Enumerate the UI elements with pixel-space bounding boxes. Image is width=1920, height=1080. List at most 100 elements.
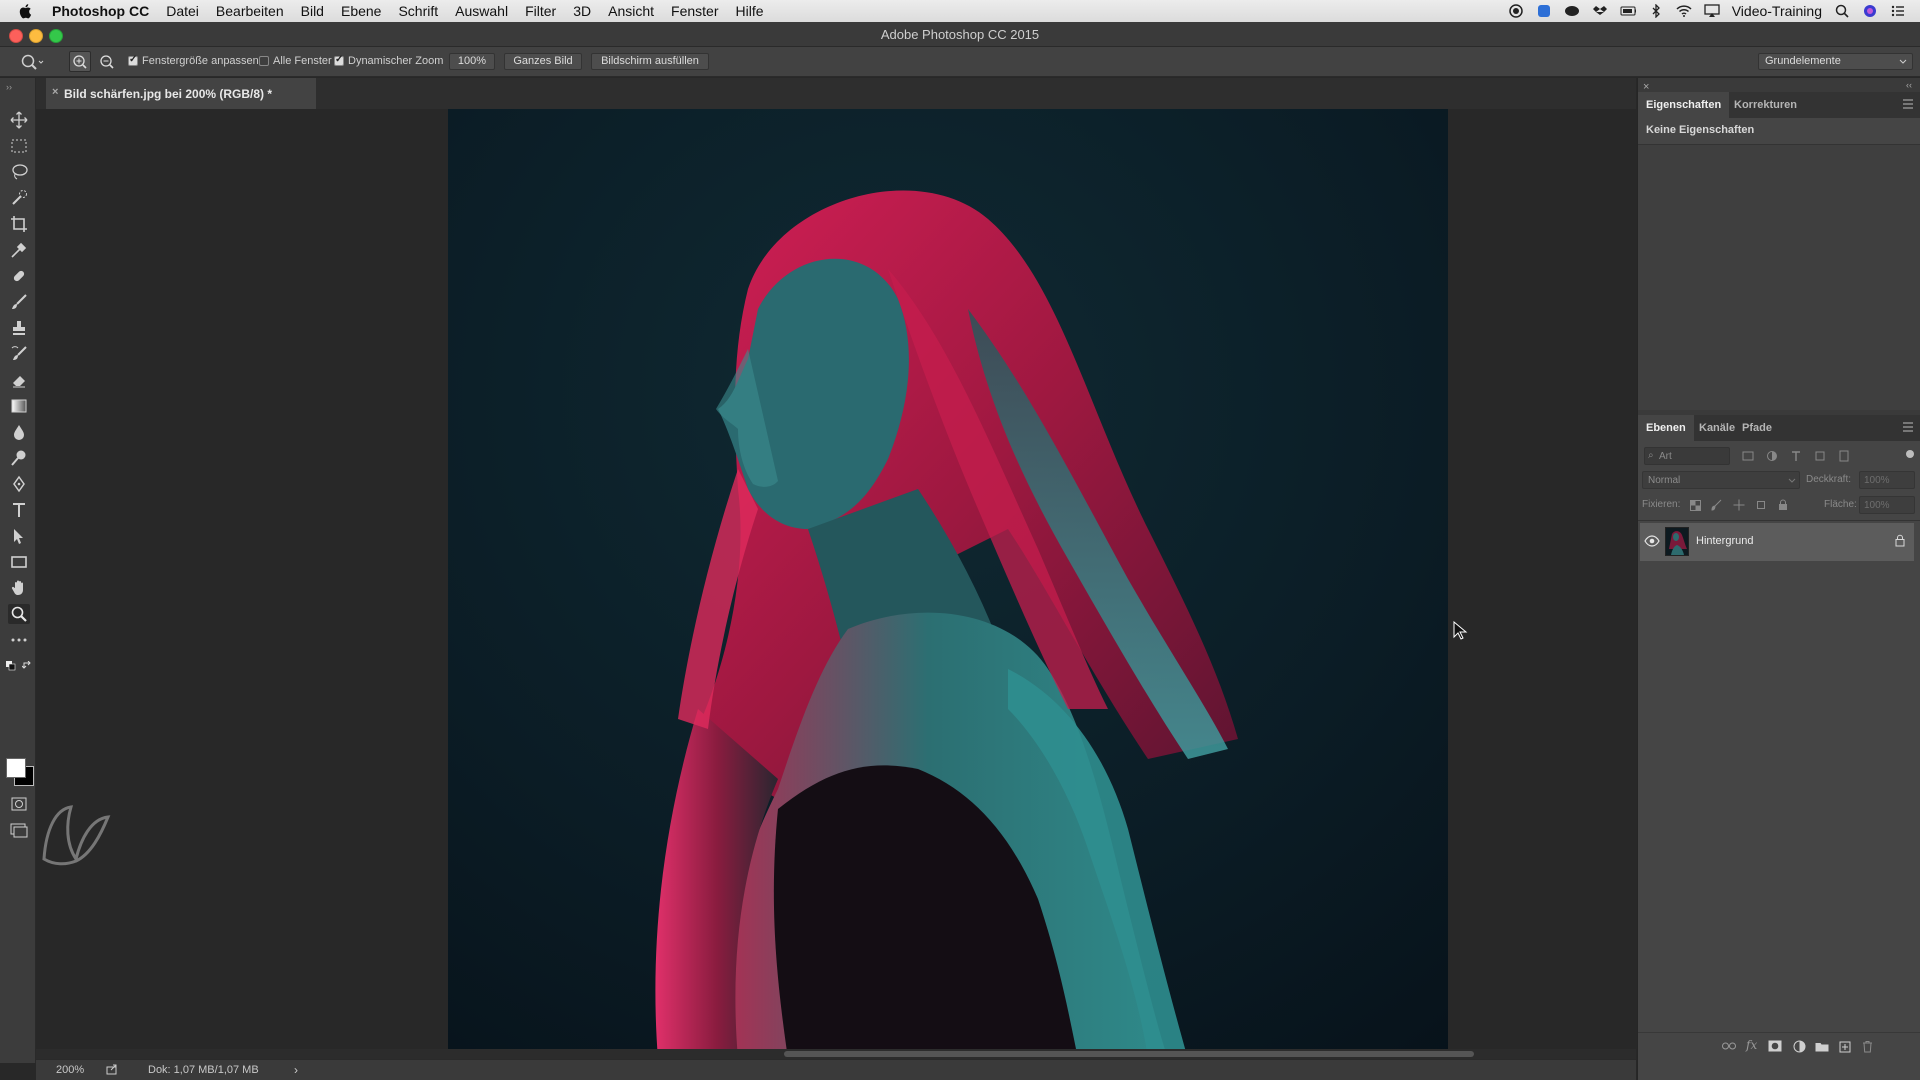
- move-tool-icon[interactable]: [8, 110, 30, 130]
- pen-tool-icon[interactable]: [8, 474, 30, 494]
- close-document-icon[interactable]: ×: [52, 86, 58, 98]
- horizontal-scrollbar-thumb[interactable]: [784, 1051, 1474, 1057]
- airplay-icon[interactable]: [1704, 4, 1720, 18]
- horizontal-scrollbar[interactable]: [36, 1049, 1636, 1059]
- new-group-folder-icon[interactable]: [1815, 1039, 1829, 1053]
- battery-icon[interactable]: [1620, 4, 1636, 18]
- filter-toggle-icon[interactable]: [1906, 450, 1914, 458]
- document-tab[interactable]: × Bild schärfen.jpg bei 200% (RGB/8) *: [46, 78, 316, 109]
- record-icon[interactable]: [1508, 4, 1524, 18]
- menu-bild[interactable]: Bild: [301, 3, 324, 19]
- notification-center-icon[interactable]: [1890, 4, 1906, 18]
- more-tools-icon[interactable]: [8, 630, 30, 650]
- blend-mode-dropdown[interactable]: Normal: [1642, 471, 1800, 489]
- zoom-level[interactable]: 200%: [56, 1064, 84, 1076]
- filter-smart-object-icon[interactable]: [1837, 449, 1851, 463]
- creative-cloud-icon[interactable]: [1564, 4, 1580, 18]
- add-mask-icon[interactable]: [1768, 1039, 1782, 1053]
- eraser-tool-icon[interactable]: [8, 370, 30, 390]
- filter-type-icon[interactable]: [1789, 449, 1803, 463]
- lock-image-pixels-icon[interactable]: [1710, 498, 1724, 512]
- gradient-tool-icon[interactable]: [8, 396, 30, 416]
- clone-stamp-tool-icon[interactable]: [8, 318, 30, 338]
- layer-visibility-eye-icon[interactable]: [1644, 534, 1660, 552]
- bluetooth-icon[interactable]: [1648, 4, 1664, 18]
- lock-artboard-icon[interactable]: [1754, 498, 1768, 512]
- new-layer-icon[interactable]: [1838, 1039, 1852, 1053]
- apple-icon[interactable]: [18, 3, 34, 19]
- brush-tool-icon[interactable]: [8, 292, 30, 312]
- filter-adjustment-icon[interactable]: [1765, 449, 1779, 463]
- menu-fenster[interactable]: Fenster: [671, 3, 718, 19]
- fit-screen-button[interactable]: Ganzes Bild: [504, 53, 582, 70]
- lasso-tool-icon[interactable]: [8, 162, 30, 182]
- layers-panel-menu-icon[interactable]: [1902, 422, 1914, 435]
- menu-3d[interactable]: 3D: [573, 3, 591, 19]
- new-adjustment-layer-icon[interactable]: [1792, 1039, 1806, 1053]
- wifi-icon[interactable]: [1676, 4, 1692, 18]
- siri-icon[interactable]: [1862, 4, 1878, 18]
- spotlight-search-icon[interactable]: [1834, 4, 1850, 18]
- layer-lock-icon[interactable]: [1895, 534, 1905, 552]
- layer-name[interactable]: Hintergrund: [1696, 535, 1753, 547]
- zoom-in-icon[interactable]: [69, 51, 91, 72]
- lock-position-icon[interactable]: [1732, 498, 1746, 512]
- zoom-tool-icon[interactable]: [8, 604, 30, 624]
- menu-ebene[interactable]: Ebene: [341, 3, 381, 19]
- layer-filter-select[interactable]: ⌕ Art: [1644, 447, 1730, 465]
- dropbox-icon[interactable]: [1592, 4, 1608, 18]
- fill-input[interactable]: 100%: [1859, 496, 1915, 514]
- status-menu-chevron-icon[interactable]: ›: [294, 1063, 298, 1077]
- blur-tool-icon[interactable]: [8, 422, 30, 442]
- tab-eigenschaften[interactable]: Eigenschaften: [1638, 92, 1730, 118]
- menu-schrift[interactable]: Schrift: [398, 3, 438, 19]
- filter-shape-icon[interactable]: [1813, 449, 1827, 463]
- zoom-out-icon[interactable]: [97, 52, 117, 74]
- path-selection-tool-icon[interactable]: [8, 526, 30, 546]
- collapse-panels-icon[interactable]: ‹‹: [1906, 80, 1912, 90]
- rectangle-tool-icon[interactable]: [8, 552, 30, 572]
- dodge-tool-icon[interactable]: [8, 448, 30, 468]
- tab-korrekturen[interactable]: Korrekturen: [1726, 92, 1805, 118]
- user-name[interactable]: Video-Training: [1732, 3, 1822, 19]
- zoom-tool-preset-icon[interactable]: [20, 53, 44, 74]
- export-icon[interactable]: [106, 1063, 118, 1078]
- marquee-tool-icon[interactable]: [8, 136, 30, 156]
- fill-screen-button[interactable]: Bildschirm ausfüllen: [591, 53, 709, 70]
- delete-layer-trash-icon[interactable]: [1860, 1039, 1874, 1053]
- menu-app-name[interactable]: Photoshop CC: [52, 3, 149, 19]
- panel-menu-icon[interactable]: [1902, 99, 1914, 112]
- screen-mode-icon[interactable]: [8, 820, 30, 840]
- quick-mask-icon[interactable]: [8, 794, 30, 814]
- tab-ebenen[interactable]: Ebenen: [1638, 415, 1694, 441]
- tab-pfade[interactable]: Pfade: [1734, 415, 1780, 441]
- lock-all-icon[interactable]: [1776, 498, 1790, 512]
- collapse-tools-icon[interactable]: ››: [6, 82, 12, 92]
- menu-hilfe[interactable]: Hilfe: [736, 3, 764, 19]
- quick-selection-tool-icon[interactable]: [8, 188, 30, 208]
- healing-brush-tool-icon[interactable]: [8, 266, 30, 286]
- all-windows-checkbox[interactable]: [259, 56, 269, 66]
- lock-transparent-pixels-icon[interactable]: [1688, 498, 1702, 512]
- default-colors-icon[interactable]: [6, 658, 16, 676]
- menu-bearbeiten[interactable]: Bearbeiten: [216, 3, 284, 19]
- opacity-input[interactable]: 100%: [1859, 471, 1915, 489]
- layer-row[interactable]: Hintergrund: [1640, 523, 1914, 561]
- hand-tool-icon[interactable]: [8, 578, 30, 598]
- layer-style-fx-icon[interactable]: fx: [1746, 1038, 1757, 1052]
- link-layers-icon[interactable]: [1722, 1039, 1736, 1053]
- crop-tool-icon[interactable]: [8, 214, 30, 234]
- type-tool-icon[interactable]: [8, 500, 30, 520]
- scrubby-zoom-checkbox[interactable]: [334, 54, 344, 66]
- foreground-color-swatch[interactable]: [6, 758, 26, 778]
- filter-pixel-icon[interactable]: [1741, 449, 1755, 463]
- history-brush-tool-icon[interactable]: [8, 344, 30, 364]
- document-image[interactable]: [448, 109, 1448, 1059]
- menu-auswahl[interactable]: Auswahl: [455, 3, 508, 19]
- app-status-icon[interactable]: [1536, 4, 1552, 18]
- menu-datei[interactable]: Datei: [166, 3, 199, 19]
- resize-windows-checkbox[interactable]: [128, 54, 138, 66]
- eyedropper-tool-icon[interactable]: [8, 240, 30, 260]
- canvas-area[interactable]: [36, 109, 1636, 1059]
- swap-colors-icon[interactable]: [21, 658, 32, 676]
